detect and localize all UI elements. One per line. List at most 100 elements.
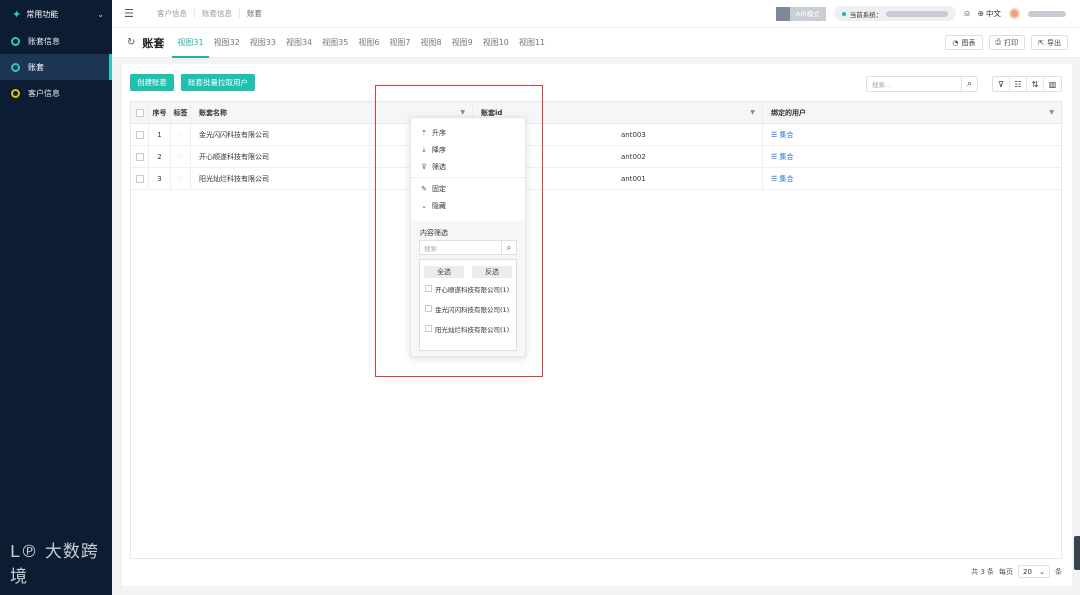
tab-view6[interactable]: 视图6	[353, 28, 384, 58]
table-tools: ⊽ ☷ ⇅ ▥	[992, 76, 1062, 92]
export-button[interactable]: ⇱ 导出	[1031, 35, 1068, 50]
row-user-link[interactable]: 集合	[780, 130, 794, 140]
tag-icon[interactable]: ♡	[171, 168, 191, 189]
tab-view11[interactable]: 视图11	[514, 28, 550, 58]
table-header: 序号 标签 账套名称 ▼ 账套id ▼ 绑定的用户 ▼	[131, 102, 1061, 124]
print-button[interactable]: ⎙ 打印	[988, 35, 1026, 50]
collection-icon: ☰	[771, 174, 780, 183]
row-no: 1	[149, 124, 171, 145]
sidebar-item-label: 客户信息	[28, 88, 60, 98]
collection-icon: ☰	[771, 152, 780, 161]
sidebar-item-label: 账套	[28, 62, 44, 72]
air-mode-toggle[interactable]: AIR模式	[775, 6, 826, 21]
table-row[interactable]: 3 ♡ 阳光灿烂科技有限公司 ant001 ☰ 集合	[131, 168, 1061, 190]
breadcrumb-item[interactable]: 客户信息	[150, 9, 195, 18]
chart-button-label: 图表	[961, 38, 976, 47]
highlight-annotation	[375, 85, 543, 377]
breadcrumb-item[interactable]: 账套	[240, 9, 269, 18]
filter-icon[interactable]: ⊽	[993, 77, 1010, 91]
tab-view8[interactable]: 视图8	[416, 28, 447, 58]
view-tabs-bar: ↻ 账套 视图31 视图32 视图33 视图34 视图35 视图6 视图7 视图…	[112, 28, 1080, 58]
current-system-selector[interactable]: 当前系统：	[833, 6, 957, 21]
row-id-value: ant001	[621, 174, 646, 183]
table-search: 搜索... ⌕	[866, 76, 978, 92]
pager-unit: 条	[1055, 567, 1062, 576]
page-title: 账套	[142, 36, 165, 50]
search-input[interactable]: 搜索...	[867, 79, 961, 89]
watermark-logo: ᒪ℗ 大数跨境	[10, 537, 112, 587]
export-button-label: 导出	[1047, 38, 1061, 47]
tab-view7[interactable]: 视图7	[384, 28, 415, 58]
pagination: 共 3 条 每页 20 ⌄ 条	[971, 565, 1062, 578]
system-name-blurred	[886, 10, 949, 17]
sidebar-item-label: 账套信息	[28, 36, 60, 46]
create-account-set-button[interactable]: 创建账套	[130, 74, 174, 91]
row-checkbox-cell	[131, 124, 149, 145]
table-row[interactable]: 2 ♡ 开心顺遂科技有限公司 ant002 ☰ 集合	[131, 146, 1061, 168]
tag-icon[interactable]: ♡	[171, 124, 191, 145]
tab-view10[interactable]: 视图10	[478, 28, 514, 58]
circle-icon	[11, 62, 20, 72]
row-no: 2	[149, 146, 171, 167]
bar-chart-icon[interactable]: ▥	[1044, 77, 1061, 91]
row-checkbox[interactable]	[135, 174, 144, 183]
printer-icon: ⎙	[995, 38, 1002, 46]
username-blurred[interactable]	[1028, 10, 1066, 17]
row-id-value: ant002	[621, 152, 646, 161]
circle-icon	[11, 36, 20, 46]
avatar[interactable]	[1009, 8, 1020, 19]
status-dot-icon	[841, 11, 846, 16]
row-checkbox[interactable]	[135, 152, 144, 161]
table-row[interactable]: 1 ♡ 金光闪闪科技有限公司 ant003 ☰ 集合	[131, 124, 1061, 146]
tab-view34[interactable]: 视图34	[281, 28, 317, 58]
globe-icon: ⊕	[977, 9, 984, 18]
row-user-link[interactable]: 集合	[780, 152, 794, 162]
refresh-icon[interactable]: ↻	[127, 37, 135, 48]
column-header-user[interactable]: 绑定的用户 ▼	[763, 102, 1061, 123]
tab-view32[interactable]: 视图32	[209, 28, 245, 58]
print-button-label: 打印	[1004, 38, 1019, 47]
chart-button[interactable]: ◔ 图表	[945, 35, 983, 50]
row-user[interactable]: ☰ 集合	[763, 146, 1061, 167]
breadcrumb-item[interactable]: 账套信息	[195, 9, 240, 18]
row-checkbox-cell	[131, 168, 149, 189]
sidebar-item-account-set-info[interactable]: 账套信息	[0, 28, 112, 54]
tab-view33[interactable]: 视图33	[245, 28, 281, 58]
row-checkbox[interactable]	[135, 130, 144, 139]
page-size-select[interactable]: 20 ⌄	[1018, 565, 1050, 578]
column-menu-caret-icon[interactable]: ▼	[750, 109, 755, 116]
column-header-no: 序号	[149, 102, 171, 123]
user-lock-icon[interactable]: ⍝	[964, 9, 969, 19]
menu-toggle-icon[interactable]: ☰	[124, 8, 138, 19]
tab-view9[interactable]: 视图9	[447, 28, 478, 58]
star-icon: ✦	[12, 7, 22, 21]
row-id-value: ant003	[621, 130, 646, 139]
row-user[interactable]: ☰ 集合	[763, 124, 1061, 145]
sidebar-item-customer-info[interactable]: 客户信息	[0, 80, 112, 106]
tag-icon[interactable]: ♡	[171, 146, 191, 167]
tab-view35[interactable]: 视图35	[317, 28, 353, 58]
search-icon[interactable]: ⌕	[961, 77, 977, 91]
select-all-checkbox[interactable]	[135, 108, 144, 117]
pager-total: 共 3 条	[971, 567, 994, 576]
collection-icon: ☰	[771, 130, 780, 139]
sidebar-header-label: 常用功能	[26, 9, 59, 19]
sidebar-header[interactable]: ✦ 常用功能 ⌄	[0, 0, 112, 28]
density-icon[interactable]: ☷	[1010, 77, 1027, 91]
language-selector[interactable]: ⊕ 中文	[978, 8, 1001, 19]
data-table: 序号 标签 账套名称 ▼ 账套id ▼ 绑定的用户 ▼ 1 ♡ 金光闪闪科技有限…	[130, 101, 1062, 559]
tab-view31[interactable]: 视图31	[172, 28, 209, 58]
air-mode-switch	[775, 6, 790, 21]
sidebar: ✦ 常用功能 ⌄ 账套信息 账套 客户信息 ᒪ℗ 大数跨境	[0, 0, 112, 595]
row-user-link[interactable]: 集合	[780, 174, 794, 184]
row-user[interactable]: ☰ 集合	[763, 168, 1061, 189]
column-menu-caret-icon[interactable]: ▼	[1049, 109, 1054, 116]
main-panel: 创建账套 账套批量拉取用户 搜索... ⌕ ⊽ ☷ ⇅ ▥ 序号 标签 账套名称…	[122, 64, 1072, 586]
chevron-down-icon[interactable]: ⌄	[97, 10, 104, 19]
column-header-name-label: 账套名称	[199, 108, 227, 117]
batch-pull-users-button[interactable]: 账套批量拉取用户	[181, 74, 255, 91]
sidebar-item-account-set[interactable]: 账套	[0, 54, 112, 80]
column-settings-icon[interactable]: ⇅	[1027, 77, 1044, 91]
select-all-checkbox-cell	[131, 102, 149, 123]
side-drawer-handle[interactable]	[1074, 536, 1080, 570]
